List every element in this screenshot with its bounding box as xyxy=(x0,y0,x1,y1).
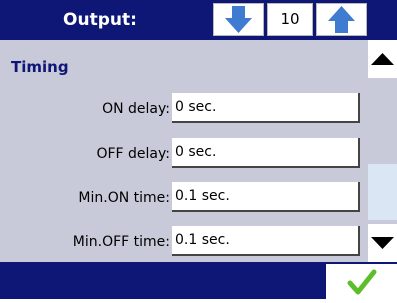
arrow-up-icon xyxy=(328,6,355,33)
header-bar: Output: 10 xyxy=(0,0,397,40)
min-off-time-label: Min.OFF time: xyxy=(72,234,170,250)
scroll-up-button[interactable] xyxy=(368,40,397,78)
output-increment-button[interactable] xyxy=(316,3,367,36)
scroll-down-button[interactable] xyxy=(368,224,397,262)
timing-panel: Timing ON delay: 0 sec. OFF delay: 0 sec… xyxy=(0,40,368,262)
output-number-display[interactable]: 10 xyxy=(267,3,313,36)
output-decrement-button[interactable] xyxy=(213,3,264,36)
off-delay-label: OFF delay: xyxy=(96,146,170,162)
scrollbar[interactable] xyxy=(368,40,397,262)
confirm-button[interactable] xyxy=(326,264,397,299)
section-title: Timing xyxy=(11,58,69,76)
min-on-time-label: Min.ON time: xyxy=(78,190,170,206)
triangle-up-icon xyxy=(371,53,394,65)
min-off-time-field[interactable]: 0.1 sec. xyxy=(172,226,360,256)
output-title: Output: xyxy=(63,10,137,30)
on-delay-field[interactable]: 0 sec. xyxy=(172,93,360,123)
arrow-down-icon xyxy=(225,6,252,33)
on-delay-label: ON delay: xyxy=(102,101,170,117)
checkmark-icon xyxy=(347,269,377,295)
off-delay-field[interactable]: 0 sec. xyxy=(172,138,360,168)
min-on-time-field[interactable]: 0.1 sec. xyxy=(172,182,360,212)
scroll-thumb[interactable] xyxy=(368,164,397,220)
triangle-down-icon xyxy=(371,237,394,249)
